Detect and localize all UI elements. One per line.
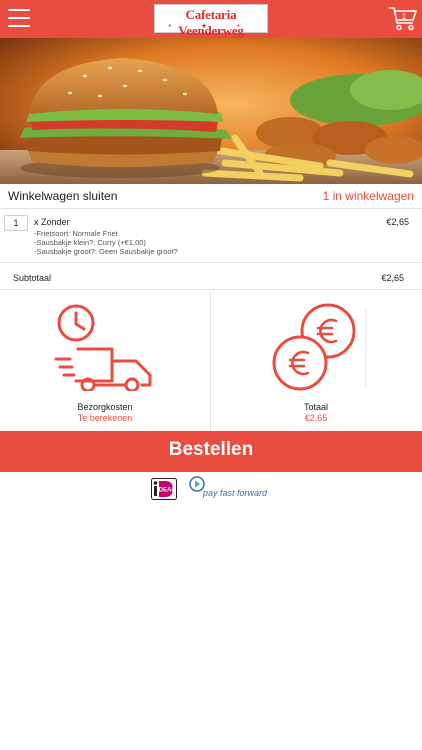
delivery-truck-icon: [54, 304, 152, 391]
ideal-logo: iDEAL: [151, 478, 177, 500]
cart-bar: Winkelwagen sluiten 1 in winkelwagen: [0, 184, 422, 209]
total-label: Totaal: [303, 402, 329, 412]
close-cart-link[interactable]: Winkelwagen sluiten: [8, 189, 117, 203]
hero-image: [0, 38, 422, 184]
pay-fast-forward-logo: pay fast forward: [189, 476, 275, 500]
pay-fast-forward-text: pay fast forward: [203, 488, 268, 498]
logo: Cafetaria Veenderweg • ★ •: [154, 4, 268, 38]
menu-icon[interactable]: [8, 9, 30, 29]
subtotal-value: €2,65: [381, 273, 404, 283]
subtotal-row: Subtotaal €2,65: [0, 264, 422, 290]
delivery-cost-label: Bezorgkosten: [77, 402, 133, 412]
cart-count-badge: 1: [401, 12, 407, 21]
cart-button[interactable]: 1: [388, 6, 418, 32]
order-button-label: Bestellen: [168, 439, 254, 460]
item-option: -Sausbakje groot?: Geen Sausbakje groot?: [34, 247, 178, 256]
item-price: €2,65: [386, 217, 409, 227]
order-button[interactable]: Bestellen: [0, 431, 422, 472]
euro-coins-icon: [272, 303, 367, 391]
order-summary: Bezorgkosten Te berekenen Totaal €2,65: [0, 291, 422, 431]
top-bar: Cafetaria Veenderweg • ★ • 1: [0, 0, 422, 38]
total-value: €2,65: [304, 413, 328, 423]
subtotal-label: Subtotaal: [13, 273, 52, 283]
logo-stars: • ★ •: [168, 23, 254, 30]
delivery-cost-value: Te berekenen: [77, 413, 133, 423]
cart-item: 1 x Zonder -Frietsoort: Normale Friet -S…: [0, 209, 422, 263]
item-option: -Sausbakje klein?: Curry (+€1,00): [34, 238, 146, 247]
divider: [210, 291, 211, 431]
ideal-text: iDEAL: [157, 488, 175, 494]
item-option: -Frietsoort: Normale Friet: [34, 229, 118, 238]
quantity-field[interactable]: 1: [4, 215, 28, 231]
item-name: x Zonder: [34, 217, 70, 227]
cart-items-count[interactable]: 1 in winkelwagen: [323, 189, 414, 203]
